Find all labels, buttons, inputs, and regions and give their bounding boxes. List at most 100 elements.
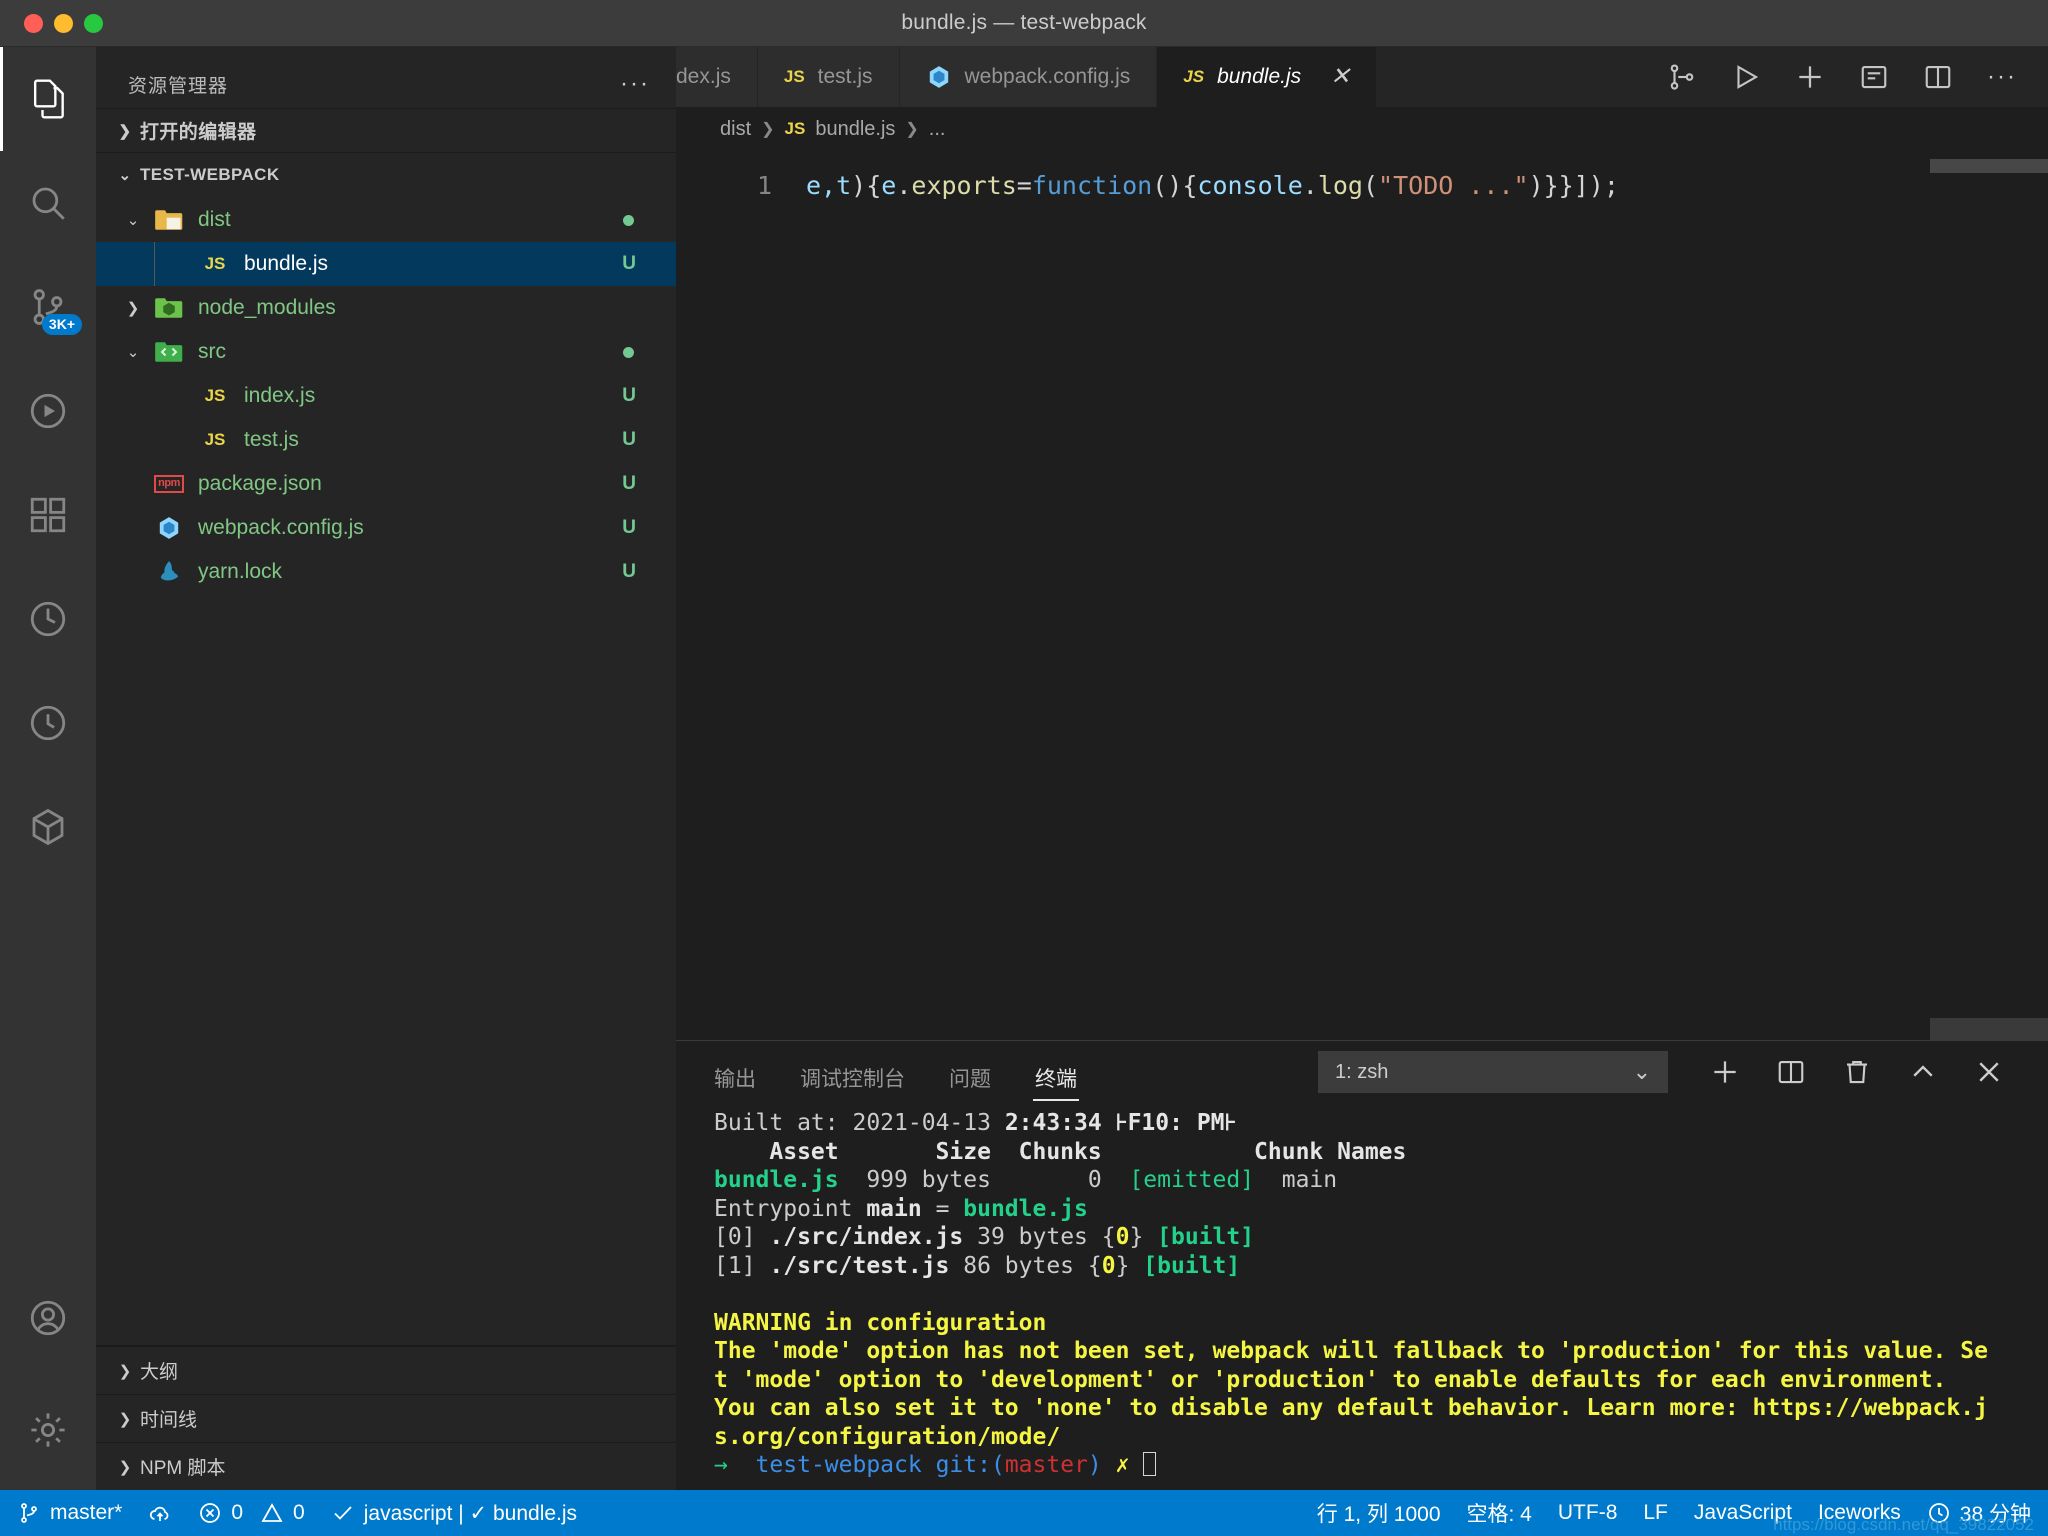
split-editor-button[interactable] [1906,47,1970,107]
sidebar-more-actions-icon[interactable]: ··· [620,72,650,96]
section-npm-scripts[interactable]: ❯ NPM 脚本 [96,1442,676,1490]
activity-item-manage[interactable] [0,1370,96,1490]
terminal-segment: 0 [1115,1224,1130,1250]
terminal-line: You can also set it to 'none' to disable… [714,1394,2048,1423]
tree-item-label: test.js [244,428,299,451]
status-cursor-position[interactable]: 行 1, 列 1000 [1304,1490,1454,1536]
terminal-selector[interactable]: 1: zsh ⌄ [1318,1051,1668,1093]
minimap-slider[interactable] [1930,159,2048,173]
activity-item-timeline[interactable] [0,671,96,775]
editor-more-actions-button[interactable]: ··· [1970,47,2034,107]
activity-item-extensions[interactable] [0,463,96,567]
beaker-icon [27,598,69,640]
section-open-editors[interactable]: ❯ 打开的编辑器 [96,108,676,152]
panel-tab-调试控制台[interactable]: 调试控制台 [800,1041,905,1103]
open-changes-button[interactable] [1650,47,1714,107]
maximize-window-button[interactable] [84,13,103,33]
minimap[interactable] [1930,151,2048,1040]
activity-item-test-explorer[interactable] [0,567,96,671]
tree-item-icon [148,295,190,321]
status-eslint[interactable]: javascript | ✓ bundle.js [318,1490,590,1536]
activity-item-accounts[interactable] [0,1266,96,1370]
editor-tab-label: test.js [817,65,873,88]
editor-tab-dex-js[interactable]: dex.js [676,47,758,107]
breadcrumb-item-more[interactable]: ... [929,118,946,141]
terminal-segment: bundle.js [714,1167,839,1193]
activity-item-iceworks[interactable] [0,775,96,879]
git-status-dot [623,346,634,358]
panel-tab-label: 调试控制台 [800,1068,905,1091]
new-terminal-button[interactable] [1692,1041,1758,1103]
code-editor[interactable]: 1 e,t){e.exports=function(){console.log(… [676,151,2048,1040]
js-icon: JS [204,254,226,273]
chevron-down-icon: ⌄ [118,166,132,184]
section-timeline[interactable]: ❯ 时间线 [96,1394,676,1442]
tree-item-webpack-config-js[interactable]: webpack.config.js U [96,506,676,550]
new-file-button[interactable] [1778,47,1842,107]
status-problems[interactable]: 0 0 [185,1490,317,1536]
activity-item-search[interactable] [0,151,96,255]
code-token: "TODO ..." [1378,171,1529,200]
editor-tab-bundle-js[interactable]: JS bundle.js ✕ [1157,47,1378,107]
tree-item-node-modules[interactable]: ❯ node_modules [96,286,676,330]
compare-icon [1667,62,1697,92]
tree-item-test-js[interactable]: JS test.js U [96,418,676,462]
tree-item-dist[interactable]: ⌄ dist [96,198,676,242]
status-encoding-label: UTF-8 [1557,1501,1618,1524]
chevron-right-icon[interactable]: ❯ [118,299,148,317]
status-eol[interactable]: LF [1630,1490,1681,1536]
folder-dist-icon [154,207,184,233]
close-panel-button[interactable] [1956,1041,2022,1103]
close-icon[interactable]: ✕ [1330,65,1350,89]
panel-tab-问题[interactable]: 问题 [949,1041,991,1103]
kill-terminal-button[interactable] [1824,1041,1890,1103]
panel-tab-输出[interactable]: 输出 [714,1041,756,1103]
status-indentation[interactable]: 空格: 4 [1454,1490,1545,1536]
open-preview-button[interactable] [1842,47,1906,107]
tree-item-src[interactable]: ⌄ src [96,330,676,374]
section-outline[interactable]: ❯ 大纲 [96,1346,676,1394]
panel-header: 输出 调试控制台 问题 终端 1: zsh ⌄ [676,1041,2048,1103]
source-control-badge: 3K+ [41,314,82,335]
status-warnings-count: 0 [293,1501,305,1524]
editor-tab-test-js[interactable]: JS test.js [757,47,900,107]
activity-item-explorer[interactable] [0,47,96,151]
terminal-selector-value: 1: zsh [1335,1060,1389,1083]
activity-item-source-control[interactable]: 3K+ [0,255,96,359]
panel-tab-终端[interactable]: 终端 [1035,1041,1077,1103]
minimize-window-button[interactable] [54,13,73,33]
status-branch[interactable]: master* [4,1490,135,1536]
js-icon: JS [1183,67,1205,86]
chevron-down-icon[interactable]: ⌄ [118,343,148,361]
close-icon [1974,1057,2004,1087]
chevron-down-icon[interactable]: ⌄ [118,211,148,229]
chevron-right-icon: ❯ [905,121,919,138]
tree-item-label: dist [198,208,231,231]
terminal-line: t 'mode' option to 'development' or 'pro… [714,1366,2048,1395]
split-terminal-button[interactable] [1758,1041,1824,1103]
status-sync[interactable] [135,1490,185,1536]
scrollbar-thumb[interactable] [1930,1018,2048,1040]
tree-indent-guide [154,242,155,286]
tree-item-package-json[interactable]: npm package.json U [96,462,676,506]
maximize-panel-button[interactable] [1890,1041,1956,1103]
terminal-output[interactable]: Built at: 2021-04-13 2:43:34 ⊦F10: PM⊦ A… [676,1103,2048,1490]
status-encoding[interactable]: UTF-8 [1545,1490,1631,1536]
run-file-button[interactable] [1714,47,1778,107]
tree-item-bundle-js[interactable]: JS bundle.js U [96,242,676,286]
tree-item-yarn-lock[interactable]: yarn.lock U [96,550,676,594]
panel-tab-label: 输出 [714,1068,756,1091]
file-tree: ⌄ dist JS bundle.js U ❯ node_modules ⌄ src JS inde… [96,196,676,1345]
editor-tab-webpack-config-js[interactable]: webpack.config.js [899,47,1158,107]
tree-item-index-js[interactable]: JS index.js U [96,374,676,418]
activity-item-run-and-debug[interactable] [0,359,96,463]
line-number: 1 [756,171,772,200]
tree-item-label: index.js [244,384,316,407]
check-icon [331,1501,355,1525]
section-workspace[interactable]: ⌄ TEST-WEBPACK [96,152,676,196]
breadcrumb-item-dist[interactable]: dist [720,118,751,141]
breadcrumb-item-bundle[interactable]: bundle.js [815,118,895,141]
close-window-button[interactable] [24,13,43,33]
terminal-segment: } [1115,1252,1144,1279]
tree-item-icon [148,559,190,585]
